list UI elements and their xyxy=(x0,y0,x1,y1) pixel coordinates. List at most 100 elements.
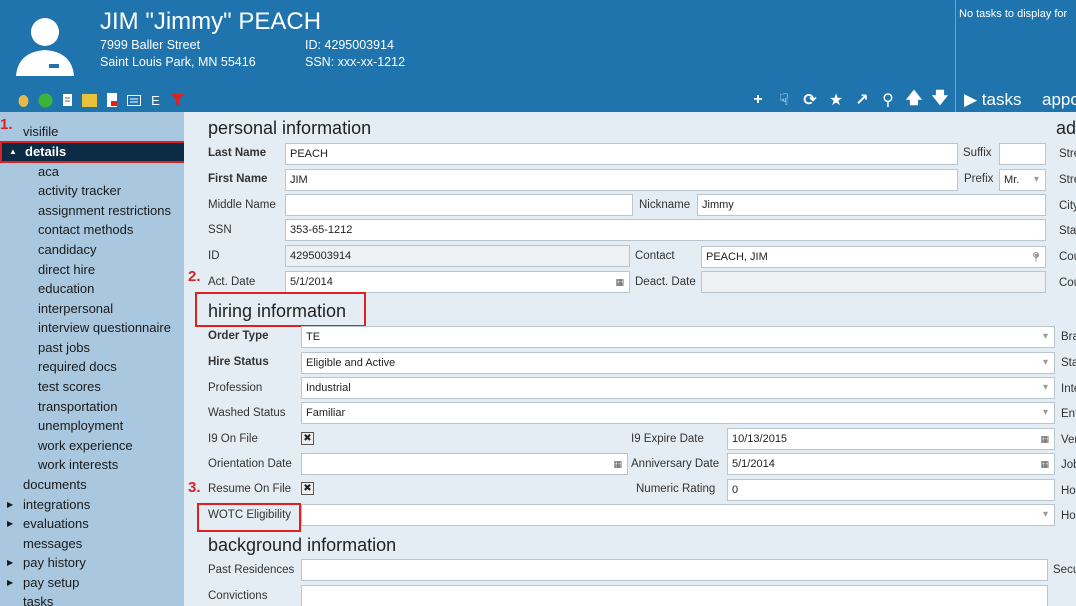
last-name-field[interactable]: PEACH xyxy=(285,143,958,165)
sidebar-item-evaluations[interactable]: ▶ evaluations xyxy=(0,514,89,533)
deact-date-label: Deact. Date xyxy=(635,276,696,288)
suffix-field[interactable] xyxy=(999,143,1046,165)
document-icon[interactable] xyxy=(60,93,75,108)
record-toolbar: E xyxy=(16,90,185,110)
arrow-up-icon[interactable]: 🡅 xyxy=(904,87,924,114)
i9-on-file-checkbox[interactable]: ✖ xyxy=(301,432,314,445)
act-date-label: Act. Date xyxy=(208,276,256,288)
resume-on-file-checkbox[interactable]: ✖ xyxy=(301,482,314,495)
right-label-street2: Stre xyxy=(1059,174,1076,186)
id-line: ID: 4295003914 xyxy=(305,38,394,52)
action-toolbar: + ☟ ⟳ ★ ↗ ⚲ 🡅 🡇 xyxy=(748,90,950,110)
i9-expire-date-field[interactable]: 10/13/2015 ▦ xyxy=(727,428,1055,450)
main-content: personal information Last Name PEACH Suf… xyxy=(184,112,1076,606)
sidebar-item-documents[interactable]: documents xyxy=(0,475,87,494)
sidebar-item-details[interactable]: ▲ details xyxy=(0,141,196,163)
sidebar-item-contact-methods[interactable]: contact methods xyxy=(0,220,133,239)
calendar-icon[interactable]: ▦ xyxy=(613,454,622,474)
sidebar-item-unemployment[interactable]: unemployment xyxy=(0,416,123,435)
sidebar-item-tasks[interactable]: tasks xyxy=(0,592,53,606)
sidebar-item-visifile[interactable]: visifile xyxy=(0,122,58,141)
suffix-label: Suffix xyxy=(963,147,992,159)
right-label-branch: Bra xyxy=(1061,331,1076,343)
arrow-down-icon[interactable]: 🡇 xyxy=(930,87,950,114)
washed-status-label: Washed Status xyxy=(208,407,286,419)
calendar-icon[interactable]: ▦ xyxy=(1040,429,1049,449)
sidebar-item-test-scores[interactable]: test scores xyxy=(0,377,101,396)
hire-status-label: Hire Status xyxy=(208,356,269,368)
anniversary-date-label: Anniversary Date xyxy=(631,458,720,470)
past-residences-field[interactable] xyxy=(301,559,1048,581)
sidebar-item-past-jobs[interactable]: past jobs xyxy=(0,338,90,357)
red-filter-icon[interactable] xyxy=(170,93,185,108)
profession-select[interactable]: Industrial xyxy=(301,377,1055,399)
ssn-field[interactable]: 353-65-1212 xyxy=(285,219,1046,241)
e-letter-icon[interactable]: E xyxy=(148,93,163,108)
orientation-date-field[interactable]: ▦ xyxy=(301,453,628,475)
act-date-value: 5/1/2014 xyxy=(290,276,333,288)
middle-name-field[interactable] xyxy=(285,194,633,216)
calendar-icon[interactable]: ▦ xyxy=(615,272,624,292)
sidebar-item-pay-history[interactable]: ▶ pay history xyxy=(0,553,86,572)
id-card-icon[interactable] xyxy=(126,93,141,108)
nickname-field[interactable]: Jimmy xyxy=(697,194,1046,216)
sidebar-item-candidacy[interactable]: candidacy xyxy=(0,240,97,259)
first-name-field[interactable]: JIM xyxy=(285,169,958,191)
right-label-status: Sta xyxy=(1061,357,1076,369)
wotc-eligibility-select[interactable] xyxy=(301,504,1055,526)
profession-label: Profession xyxy=(208,382,263,394)
sidebar-item-integrations[interactable]: ▶ integrations xyxy=(0,495,90,514)
tasks-panel: No tasks to display for ▶ tasks appo xyxy=(955,0,1076,112)
external-link-icon[interactable]: ↗ xyxy=(852,90,872,110)
star-icon[interactable]: ★ xyxy=(826,90,846,110)
right-label-country: Cou xyxy=(1059,277,1076,289)
section-title-address: ad xyxy=(1056,118,1076,138)
numeric-rating-field[interactable]: 0 xyxy=(727,479,1055,501)
wotc-eligibility-label: WOTC Eligibility xyxy=(208,509,292,521)
expand-triangle-icon: ▶ xyxy=(7,558,14,567)
sidebar-item-messages[interactable]: messages xyxy=(0,534,82,553)
act-date-field[interactable]: 5/1/2014 ▦ xyxy=(285,271,630,293)
anniversary-date-field[interactable]: 5/1/2014 ▦ xyxy=(727,453,1055,475)
past-residences-label: Past Residences xyxy=(208,564,295,576)
tasks-tab[interactable]: ▶ tasks xyxy=(964,90,1021,110)
sidebar-item-aca[interactable]: aca xyxy=(0,162,59,181)
pointer-icon[interactable]: ☟ xyxy=(774,90,794,110)
sidebar-item-direct-hire[interactable]: direct hire xyxy=(0,260,95,279)
contact-value: PEACH, JIM xyxy=(706,251,768,263)
sidebar-item-activity-tracker[interactable]: activity tracker xyxy=(0,181,121,200)
pdf-icon[interactable] xyxy=(104,93,119,108)
section-title-background: background information xyxy=(208,535,397,555)
sidebar-item-work-experience[interactable]: work experience xyxy=(0,436,133,455)
washed-status-select[interactable]: Familiar xyxy=(301,402,1055,424)
add-icon[interactable]: + xyxy=(748,91,768,109)
sidebar-item-transportation[interactable]: transportation xyxy=(0,397,118,416)
order-type-select[interactable]: TE xyxy=(301,326,1055,348)
prefix-select[interactable]: Mr. xyxy=(999,169,1046,191)
convictions-field[interactable] xyxy=(301,585,1048,606)
deact-date-field xyxy=(701,271,1046,293)
refresh-icon[interactable]: ⟳ xyxy=(800,90,820,110)
appointments-tab[interactable]: appo xyxy=(1042,90,1076,110)
anniversary-date-value: 5/1/2014 xyxy=(732,458,775,470)
search-icon[interactable]: ⚲ xyxy=(878,90,898,110)
sidebar-item-education[interactable]: education xyxy=(0,279,94,298)
sidebar-item-required-docs[interactable]: required docs xyxy=(0,357,117,376)
sidebar-item-pay-setup[interactable]: ▶ pay setup xyxy=(0,573,79,592)
numeric-rating-label: Numeric Rating xyxy=(636,483,716,495)
contact-search-icon[interactable]: ⚲ xyxy=(1032,247,1040,267)
hire-status-select[interactable]: Eligible and Active xyxy=(301,352,1055,374)
sidebar-item-interpersonal[interactable]: interpersonal xyxy=(0,299,113,318)
green-status-icon[interactable] xyxy=(38,93,53,108)
address-line1: 7999 Baller Street xyxy=(100,38,201,52)
calendar-icon[interactable]: ▦ xyxy=(1040,454,1049,474)
sidebar-item-work-interests[interactable]: work interests xyxy=(0,455,118,474)
right-label-entered: Ent xyxy=(1061,408,1076,420)
yellow-badge-icon[interactable] xyxy=(82,93,97,108)
contact-select[interactable]: PEACH, JIM ⚲ xyxy=(701,246,1046,268)
sidebar-item-assignment-restrictions[interactable]: assignment restrictions xyxy=(0,201,171,220)
right-label-county: Cou xyxy=(1059,251,1076,263)
egg-icon[interactable] xyxy=(16,93,31,108)
sidebar-item-interview-questionnaire[interactable]: interview questionnaire xyxy=(0,318,171,337)
right-label-interview: Inte xyxy=(1061,383,1076,395)
